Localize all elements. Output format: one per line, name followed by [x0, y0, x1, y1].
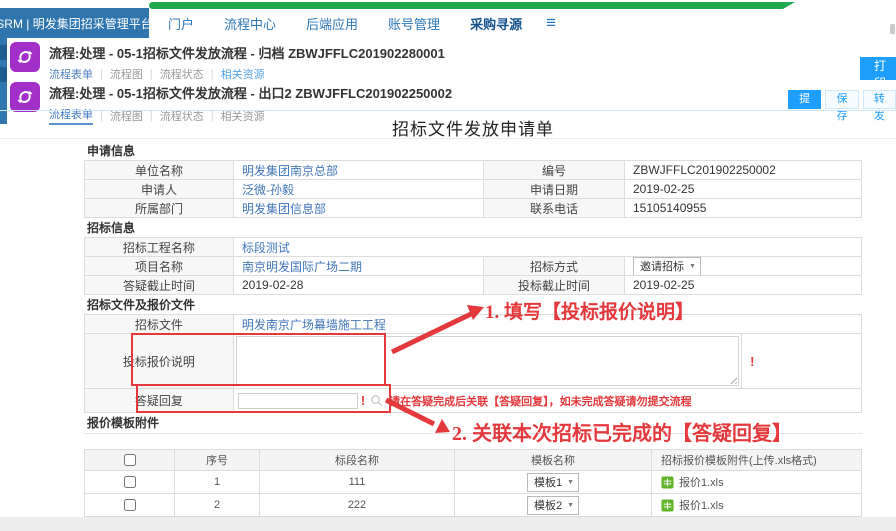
section-bid-info: 招标信息 [84, 218, 862, 238]
unit-name-label: 单位名称 [84, 160, 234, 180]
required-mark: ! [361, 393, 365, 408]
table-row: 1 111 模板1 报价1.xls [85, 470, 862, 494]
page-bottom-strip [0, 517, 896, 531]
process-header-archive: 流程:处理 - 05-1招标文件发放流程 - 归档 ZBWJFFLC201902… [10, 42, 445, 82]
phone-value: 15105140955 [624, 198, 862, 218]
request-form: 申请信息 单位名称 明发集团南京总部 编号 ZBWJFFLC2019022500… [84, 139, 862, 517]
attachment-link[interactable]: 报价1.xls [679, 497, 724, 513]
hamburger-icon[interactable]: ≡ [546, 13, 556, 33]
qa-reply-input[interactable] [238, 393, 358, 409]
bid-deadline-value: 2019-02-25 [624, 275, 862, 295]
form-title: 招标文件发放申请单 [84, 115, 862, 140]
process-title: 流程:处理 - 05-1招标文件发放流程 - 出口2 ZBWJFFLC20190… [49, 83, 452, 102]
doc-number-value: ZBWJFFLC201902250002 [624, 160, 862, 180]
template-select[interactable]: 模板2 [527, 496, 579, 515]
nav-portal[interactable]: 门户 [168, 14, 194, 33]
row-checkbox[interactable] [124, 499, 136, 511]
nav-account-mgmt[interactable]: 账号管理 [388, 14, 440, 33]
tab-related-resources[interactable]: 相关资源 [221, 66, 265, 82]
tab-process-status[interactable]: 流程状态 [160, 66, 204, 82]
corner-icon [890, 24, 895, 34]
form-row: 投标报价说明 ! [85, 333, 862, 389]
col-template-name: 模板名称 [454, 449, 652, 471]
section-underline [84, 433, 862, 434]
top-nav: 门户 流程中心 后端应用 账号管理 采购寻源 ≡ [168, 8, 556, 38]
attachment-link[interactable]: 报价1.xls [679, 474, 724, 490]
apply-date-value: 2019-02-25 [624, 179, 862, 199]
seq-value: 2 [174, 493, 260, 517]
tab-process-diagram[interactable]: 流程图 [110, 66, 143, 82]
form-row: 答疑截止时间 2019-02-28 投标截止时间 2019-02-25 [85, 275, 862, 295]
project-name-value[interactable]: 南京明发国际广场二期 [233, 256, 484, 276]
bid-doc-value[interactable]: 明发南京广场幕墙施工工程 [233, 314, 862, 334]
header-divider [0, 110, 896, 111]
project-bid-name-label: 招标工程名称 [84, 237, 234, 257]
form-row: 招标工程名称 标段测试 [85, 237, 862, 257]
col-seq: 序号 [174, 449, 260, 471]
form-action-bar: 提交 保存 转发 [788, 90, 896, 109]
save-button[interactable]: 保存 [825, 90, 858, 109]
col-attachment: 招标报价模板附件(上传.xls格式) [651, 449, 862, 471]
form-row: 所属部门 明发集团信息部 联系电话 15105140955 [85, 198, 862, 218]
seq-value: 1 [174, 470, 260, 494]
qa-deadline-value: 2019-02-28 [233, 275, 484, 295]
form-row: 申请人 泛微-孙毅 申请日期 2019-02-25 [85, 179, 862, 199]
bid-method-label: 招标方式 [483, 256, 625, 276]
qa-reply-label: 答疑回复 [84, 388, 234, 413]
apply-date-label: 申请日期 [483, 179, 625, 199]
section-template-attach: 报价模板附件 [84, 413, 862, 433]
nav-backend-apps[interactable]: 后端应用 [306, 14, 358, 33]
left-sidebar-strip [0, 38, 7, 124]
section-apply-info: 申请信息 [84, 139, 862, 161]
unit-name-value[interactable]: 明发集团南京总部 [233, 160, 484, 180]
qa-deadline-label: 答疑截止时间 [84, 275, 234, 295]
col-section-name: 标段名称 [259, 449, 455, 471]
workflow-sync-icon [10, 42, 40, 72]
bid-doc-label: 招标文件 [84, 314, 234, 334]
excel-file-icon [661, 499, 674, 512]
excel-file-icon [661, 476, 674, 489]
quote-note-textarea[interactable] [236, 336, 739, 386]
select-all-checkbox[interactable] [124, 454, 136, 466]
brand-badge: SRM | 明发集团招采管理平台 [0, 8, 149, 38]
phone-label: 联系电话 [483, 198, 625, 218]
template-select[interactable]: 模板1 [527, 473, 579, 492]
form-row: 项目名称 南京明发国际广场二期 招标方式 邀请招标 [85, 256, 862, 276]
bid-deadline-label: 投标截止时间 [483, 275, 625, 295]
form-row: 单位名称 明发集团南京总部 编号 ZBWJFFLC201902250002 [85, 160, 862, 180]
department-value[interactable]: 明发集团信息部 [233, 198, 484, 218]
print-button[interactable]: 打印 [860, 57, 896, 80]
forward-button[interactable]: 转发 [863, 90, 896, 109]
template-table: 序号 标段名称 模板名称 招标报价模板附件(上传.xls格式) 1 111 模板… [85, 449, 862, 517]
form-row: 答疑回复 ! 请在答疑完成后关联【答疑回复】，如未完成答疑请勿提交流程 [85, 388, 862, 413]
section-name-value: 222 [259, 493, 455, 517]
app-root: SRM | 明发集团招采管理平台 门户 流程中心 后端应用 账号管理 采购寻源 … [0, 0, 896, 531]
applicant-value[interactable]: 泛微-孙毅 [233, 179, 484, 199]
tab-process-form[interactable]: 流程表单 [49, 66, 93, 82]
table-header-row: 序号 标段名称 模板名称 招标报价模板附件(上传.xls格式) [85, 449, 862, 471]
quote-note-label: 投标报价说明 [84, 333, 234, 389]
project-bid-name-value[interactable]: 标段测试 [233, 237, 862, 257]
browse-magnifier-icon[interactable] [370, 394, 383, 407]
department-label: 所属部门 [84, 198, 234, 218]
doc-number-label: 编号 [483, 160, 625, 180]
required-mark: ! [750, 354, 754, 369]
workflow-sync-icon [10, 82, 40, 112]
section-doc-quote: 招标文件及报价文件 [84, 295, 862, 315]
applicant-label: 申请人 [84, 179, 234, 199]
project-name-label: 项目名称 [84, 256, 234, 276]
nav-process-center[interactable]: 流程中心 [224, 14, 276, 33]
row-checkbox[interactable] [124, 476, 136, 488]
section-name-value: 111 [259, 470, 455, 494]
table-row: 2 222 模板2 报价1.xls [85, 493, 862, 517]
nav-sourcing[interactable]: 采购寻源 [470, 14, 522, 33]
bid-method-select[interactable]: 邀请招标 [633, 257, 701, 276]
submit-button[interactable]: 提交 [788, 90, 821, 109]
qa-reply-hint: 请在答疑完成后关联【答疑回复】，如未完成答疑请勿提交流程 [389, 393, 692, 409]
process-title: 流程:处理 - 05-1招标文件发放流程 - 归档 ZBWJFFLC201902… [49, 43, 445, 62]
form-row: 招标文件 明发南京广场幕墙施工工程 [85, 314, 862, 334]
